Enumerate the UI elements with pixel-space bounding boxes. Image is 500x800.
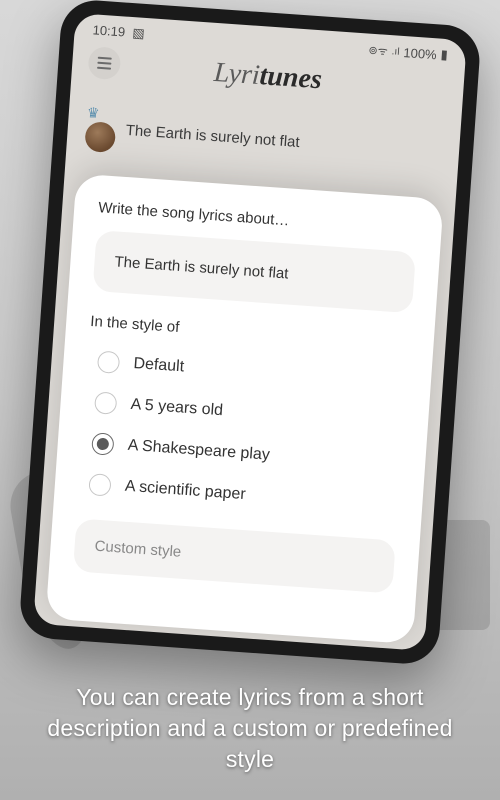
radio-label: A scientific paper (124, 478, 246, 504)
battery-icon: ▮ (440, 47, 448, 63)
clock-text: 10:19 (92, 22, 126, 39)
marketing-caption: You can create lyrics from a short descr… (20, 682, 480, 775)
signal-icon: .ıl (391, 46, 400, 58)
custom-style-input[interactable]: Custom style (73, 518, 396, 593)
wifi-icon: ⊚ᯤ (368, 42, 388, 58)
previous-song-title: The Earth is surely not flat (125, 122, 300, 151)
radio-label: A 5 years old (130, 396, 224, 420)
screenshot-icon: ▧ (128, 25, 145, 41)
logo-part-2: tunes (259, 60, 323, 95)
radio-icon (88, 473, 111, 496)
prompt-input[interactable]: The Earth is surely not flat (92, 230, 415, 313)
battery-text: 100% (403, 45, 437, 62)
crown-icon: ♛ (86, 104, 100, 121)
app-logo: Lyritunes (213, 57, 323, 95)
radio-label: Default (133, 355, 185, 376)
status-time: 10:19 ▧ (92, 22, 145, 42)
status-right: ⊚ᯤ .ıl 100% ▮ (368, 42, 448, 64)
radio-icon (94, 391, 117, 414)
style-radio-group: Default A 5 years old A Shakespeare play… (78, 340, 409, 527)
menu-button[interactable] (87, 46, 121, 80)
avatar (84, 121, 116, 153)
radio-icon (91, 432, 114, 455)
tablet-frame: 10:19 ▧ ⊚ᯤ .ıl 100% ▮ Lyritunes ♛ (18, 0, 482, 666)
logo-part-1: Lyri (213, 57, 261, 91)
radio-label: A Shakespeare play (127, 437, 270, 465)
radio-icon (97, 350, 120, 373)
lyrics-prompt-sheet: Write the song lyrics about… The Earth i… (46, 174, 444, 645)
tablet-screen: 10:19 ▧ ⊚ᯤ .ıl 100% ▮ Lyritunes ♛ (33, 13, 467, 651)
